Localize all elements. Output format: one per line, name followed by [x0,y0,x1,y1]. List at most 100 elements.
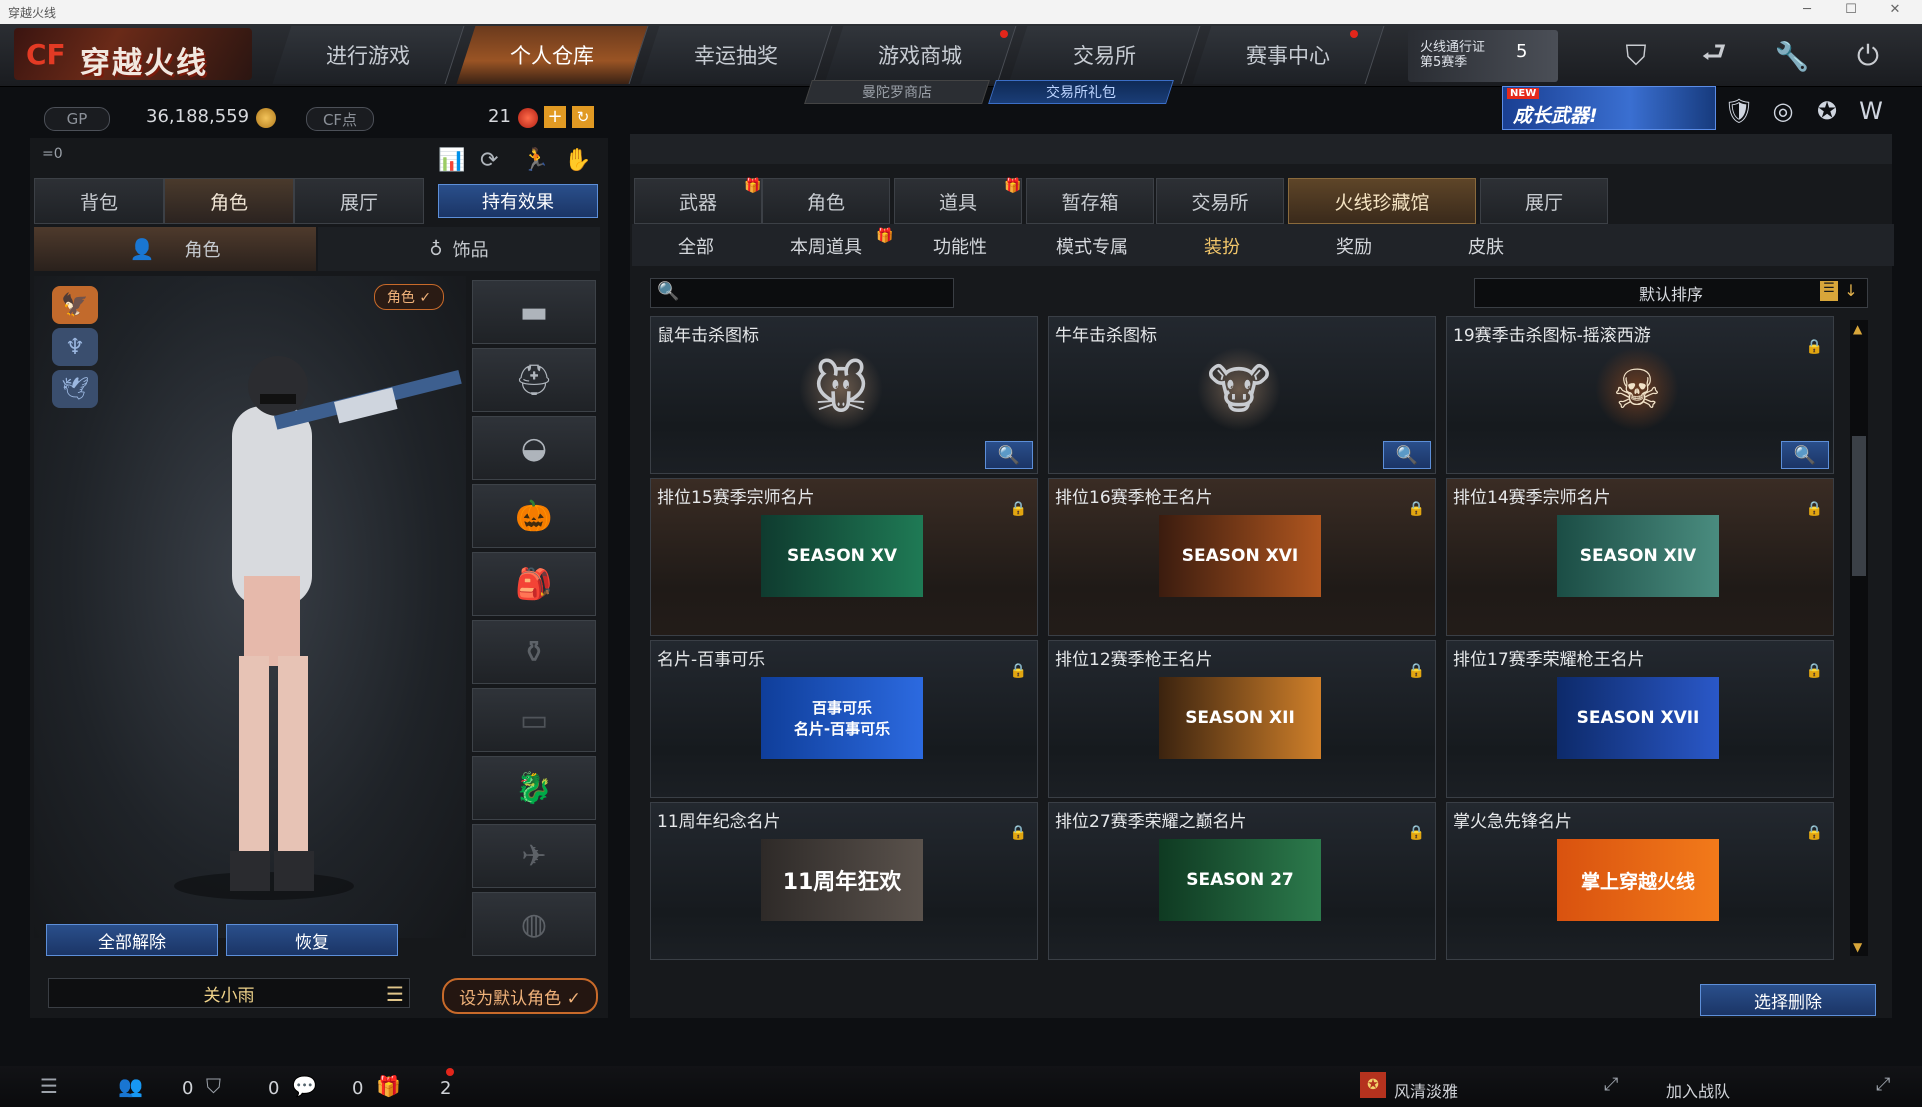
slot-mascot[interactable]: 🎃 [472,484,596,548]
slot-helmet[interactable]: ⛑ [472,348,596,412]
close-icon[interactable]: ✕ [1880,2,1910,17]
subtab-cosmetic[interactable]: 装扮 [1166,228,1278,264]
globe-icon[interactable]: ◎ [1766,94,1800,128]
tab-character[interactable]: 角色 [164,178,294,224]
bird-icon[interactable]: 🕊 [52,370,98,408]
tab-exchange[interactable]: 交易所 [1156,178,1284,224]
item-card[interactable]: 11周年纪念名片 🔒 11周年狂欢 [650,802,1038,960]
character-preview[interactable] [34,276,466,938]
slot-spray[interactable]: ✈ [472,824,596,888]
item-card[interactable]: 排位17赛季荣耀枪王名片 🔒 SEASON XVII [1446,640,1834,798]
tab-gallery[interactable]: 展厅 [294,178,424,224]
item-card[interactable]: 鼠年击杀图标 🐭 🔍 [650,316,1038,474]
item-card[interactable]: 排位27赛季荣耀之巅名片 🔒 SEASON 27 [1048,802,1436,960]
tab-showroom[interactable]: 展厅 [1480,178,1608,224]
expand-icon[interactable]: ⤢ [1604,1074,1618,1095]
mandala-shop-button[interactable]: 曼陀罗商店 [804,80,990,104]
shield-icon[interactable]: ⛉ [1614,34,1658,78]
nav-tab-shop[interactable]: 游戏商城 [824,26,1017,84]
eagle-icon[interactable]: 🦅 [52,286,98,324]
slot-ring[interactable]: ◍ [472,892,596,956]
join-team-label[interactable]: 加入战队 [1666,1078,1730,1102]
menu-icon[interactable]: ☰ [40,1074,58,1098]
refresh-currency-icon[interactable]: ↻ [572,106,594,128]
slot-vase[interactable]: ⚱ [472,620,596,684]
list-icon[interactable]: ☰ [386,982,404,1006]
nav-tab-lottery[interactable]: 幸运抽奖 [640,26,833,84]
clan-name[interactable]: 风清淡雅 [1394,1078,1458,1102]
slot-dragon[interactable]: 🐉 [472,756,596,820]
card-scrollbar[interactable] [1850,320,1868,956]
settings-wrench-icon[interactable]: 🔧 [1770,34,1814,78]
subtab-all[interactable]: 全部 [640,228,752,264]
hand-icon[interactable]: ✋ [564,148,591,173]
slot-empty[interactable]: ▭ [472,688,596,752]
exchange-gift-button[interactable]: 交易所礼包 [988,80,1174,104]
item-card[interactable]: 排位15赛季宗师名片 🔒 SEASON XV [650,478,1038,636]
chat-icon[interactable]: 💬 [292,1074,317,1098]
item-card[interactable]: 19赛季击杀图标-摇滚西游 🔒 ☠ 🔍 [1446,316,1834,474]
tab-storage-box[interactable]: 暂存箱 [1026,178,1154,224]
character-name-field[interactable]: 关小雨 [48,978,410,1008]
restore-button[interactable]: 恢复 [226,924,398,956]
maximize-icon[interactable]: ☐ [1836,2,1866,17]
tab-items[interactable]: 道具 [894,178,1022,224]
select-delete-button[interactable]: 选择删除 [1700,984,1876,1016]
wing-emblem-icon[interactable]: ♆ [52,328,98,366]
subtab-skins[interactable]: 皮肤 [1430,228,1542,264]
preview-magnifier-icon[interactable]: 🔍 [1781,441,1829,469]
subtab-rewards[interactable]: 奖励 [1298,228,1410,264]
preview-magnifier-icon[interactable]: 🔍 [1383,441,1431,469]
item-card[interactable]: 排位12赛季枪王名片 🔒 SEASON XII [1048,640,1436,798]
item-card[interactable]: 掌火急先锋名片 🔒 掌上穿越火线 [1446,802,1834,960]
item-card[interactable]: 排位16赛季枪王名片 🔒 SEASON XVI [1048,478,1436,636]
scroll-down-icon[interactable]: ▼ [1853,940,1862,954]
item-card[interactable]: 排位14赛季宗师名片 🔒 SEASON XIV [1446,478,1834,636]
set-default-character-button[interactable]: 设为默认角色 ✓ [442,978,598,1014]
expand-team-icon[interactable]: ⤢ [1876,1074,1890,1095]
unequip-all-button[interactable]: 全部解除 [46,924,218,956]
subtab-accessories[interactable]: ♁ 饰品 [318,227,600,271]
role-badge[interactable]: 角色 ✓ [374,284,444,310]
power-icon[interactable]: ⏻ [1846,34,1890,78]
preview-magnifier-icon[interactable]: 🔍 [985,441,1033,469]
item-card[interactable]: 牛年击杀图标 🐮 🔍 [1048,316,1436,474]
rotate-icon[interactable]: ⟳ [480,148,498,173]
subtab-mode[interactable]: 模式专属 [1036,228,1148,264]
tab-backpack[interactable]: 背包 [34,178,164,224]
scrollbar-thumb[interactable] [1852,436,1866,576]
owned-effects-button[interactable]: 持有效果 [438,184,598,218]
nav-tab-exchange[interactable]: 交易所 [1008,26,1201,84]
tab-label: 背包 [79,191,118,214]
tab-weapons[interactable]: 武器 [634,178,762,224]
minimize-icon[interactable]: ─ [1792,2,1822,17]
stats-icon[interactable]: 📊 [438,148,465,173]
nav-tab-play[interactable]: 进行游戏 [272,26,465,84]
item-card[interactable]: 名片-百事可乐 🔒 百事可乐 名片-百事可乐 [650,640,1038,798]
battle-pass-button[interactable]: 火线通行证 第5赛季 5 [1408,30,1558,82]
subtab-functional[interactable]: 功能性 [904,228,1016,264]
return-icon[interactable]: ⮐ [1692,34,1736,78]
pose-icon[interactable]: 🏃 [522,148,549,173]
wings-icon[interactable]: W [1854,94,1888,128]
tab-roles[interactable]: 角色 [762,178,890,224]
list-view-icon[interactable]: ☰ [1820,281,1838,301]
gift-box-icon[interactable]: 🎁 [376,1074,401,1098]
slot-goggles[interactable]: ◒ [472,416,596,480]
clan-shield-icon[interactable]: ⛉ [206,1074,221,1098]
scroll-up-icon[interactable]: ▲ [1853,322,1862,336]
emblem-icon[interactable]: ✪ [1810,94,1844,128]
sort-dropdown[interactable]: 默认排序 [1474,278,1868,308]
subtab-character[interactable]: 👤 角色 [34,227,316,271]
slot-backpack[interactable]: 🎒 [472,552,596,616]
recharge-plus-icon[interactable]: + [544,106,566,128]
nav-tab-storage[interactable]: 个人仓库 [456,26,649,84]
search-input[interactable]: 🔍 [650,278,954,308]
slot-primary-weapon[interactable]: ▬ [472,280,596,344]
subtab-weekly[interactable]: 本周道具 [770,228,882,264]
sort-desc-icon[interactable]: ↓ [1842,281,1860,301]
rank-badge-icon[interactable]: 🛡 [1722,94,1756,128]
tab-collection[interactable]: 火线珍藏馆 [1288,178,1476,224]
friends-icon[interactable]: 👥 [118,1074,143,1098]
growth-weapon-banner[interactable]: NEW 成长武器! [1502,86,1716,130]
